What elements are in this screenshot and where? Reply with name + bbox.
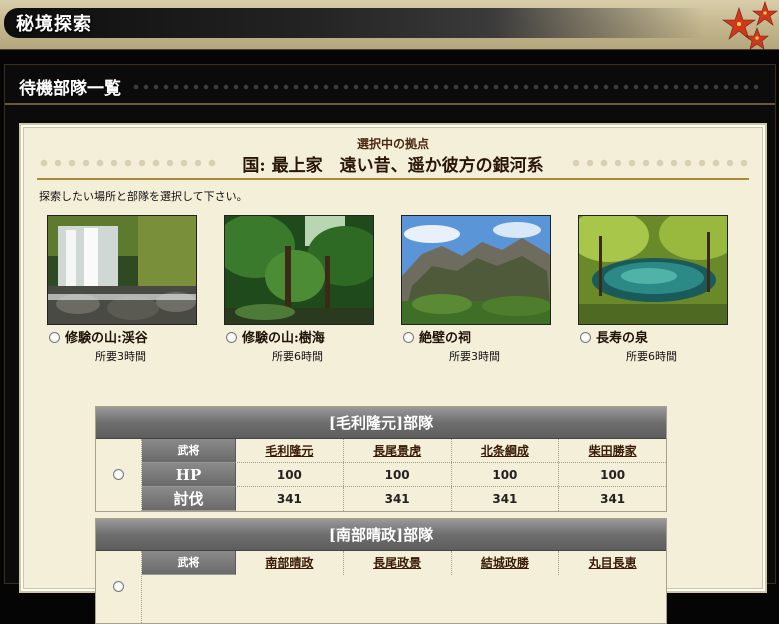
- exploration-panel: 選択中の拠点 国: 最上家 遠い昔、遥か彼方の銀河系 探索したい場所と部隊を選択…: [19, 123, 767, 624]
- general-link[interactable]: 柴田勝家: [559, 439, 666, 462]
- spot-image-waterfall: [47, 215, 197, 325]
- spot-option-1[interactable]: 修験の山:渓谷: [47, 330, 197, 348]
- squad-radio-1[interactable]: [113, 469, 124, 480]
- selected-base-label: 選択中の拠点: [356, 137, 429, 151]
- general-link[interactable]: 丸目長恵: [559, 551, 666, 575]
- hp-value: 100: [236, 463, 344, 486]
- general-link[interactable]: 結城政勝: [452, 551, 560, 575]
- hp-row: HP 100 100 100 100: [142, 463, 666, 487]
- general-link[interactable]: 長尾景虎: [344, 439, 452, 462]
- general-row: 武将 毛利隆元 長尾景虎 北条綱成 柴田勝家: [142, 439, 666, 463]
- page-title: 秘境探索: [16, 14, 92, 35]
- header-rule: [37, 178, 749, 180]
- spot-time-3: 所要3時間: [449, 350, 500, 363]
- squad-card: [南部晴政]部隊 武将 南部晴政 長尾政景 結城政勝 丸目長恵: [95, 518, 667, 624]
- general-row: 武将 南部晴政 長尾政景 結城政勝 丸目長恵: [142, 551, 666, 575]
- spot-card: 長寿の泉 所要6時間: [578, 215, 728, 364]
- squad-grid: 武将 毛利隆元 長尾景虎 北条綱成 柴田勝家 HP 100 100 100 10…: [142, 439, 666, 511]
- spot-radio-3[interactable]: [403, 332, 414, 343]
- spot-card: 絶壁の祠 所要3時間: [401, 215, 551, 364]
- squad-body: 武将 南部晴政 長尾政景 結城政勝 丸目長恵: [96, 551, 666, 623]
- spot-radio-2[interactable]: [226, 332, 237, 343]
- instruction-text: 探索したい場所と部隊を選択して下さい。: [39, 190, 248, 203]
- spot-time-1: 所要3時間: [95, 350, 146, 363]
- section-title: 待機部隊一覧: [19, 79, 121, 99]
- spot-image-spring: [578, 215, 728, 325]
- attack-value: 341: [600, 492, 626, 506]
- spot-card: 修験の山:渓谷 所要3時間: [47, 215, 197, 364]
- spot-name-3: 絶壁の祠: [419, 331, 472, 346]
- spot-name-4: 長寿の泉: [596, 331, 649, 346]
- attack-value: 341: [236, 487, 344, 511]
- general-link[interactable]: 北条綱成: [452, 439, 560, 462]
- attack-value: 341: [344, 487, 452, 511]
- spot-radio-1[interactable]: [49, 332, 60, 343]
- squad-card: [毛利隆元]部隊 武将 毛利隆元 長尾景虎 北条綱成 柴田勝家 HP 100 1…: [95, 406, 667, 512]
- standby-squads-section: 待機部隊一覧 選択中の拠点 国: 最上家 遠い昔、遥か彼方の銀河系 探索したい場…: [4, 64, 776, 624]
- spot-option-3[interactable]: 絶壁の祠: [401, 330, 551, 348]
- general-link[interactable]: 長尾政景: [344, 551, 452, 575]
- hp-value: 100: [600, 468, 626, 482]
- general-link[interactable]: 南部晴政: [236, 551, 344, 575]
- spot-time-2: 所要6時間: [272, 350, 323, 363]
- title-band: [4, 8, 704, 38]
- maple-flower-icon: [722, 1, 778, 50]
- row-label-general: 武将: [142, 439, 236, 463]
- selected-base-name: 国: 最上家 遠い昔、遥か彼方の銀河系: [242, 156, 544, 176]
- attack-row: 討伐 341 341 341 341: [142, 487, 666, 511]
- section-header: 待機部隊一覧: [5, 65, 775, 105]
- spot-radio-4[interactable]: [580, 332, 591, 343]
- hp-value: 100: [344, 463, 452, 486]
- squad-select-cell: [96, 551, 142, 623]
- squad-title: [毛利隆元]部隊: [96, 407, 666, 439]
- row-label-hp: HP: [142, 463, 236, 487]
- squad-body: 武将 毛利隆元 長尾景虎 北条綱成 柴田勝家 HP 100 100 100 10…: [96, 439, 666, 511]
- squad-grid: 武将 南部晴政 長尾政景 結城政勝 丸目長恵: [142, 551, 666, 575]
- squad-radio-2[interactable]: [113, 581, 124, 592]
- title-bar: 秘境探索: [0, 0, 779, 50]
- spot-image-cliff: [401, 215, 551, 325]
- squad-title: [南部晴政]部隊: [96, 519, 666, 551]
- spot-name-1: 修験の山:渓谷: [65, 331, 148, 346]
- row-label-attack: 討伐: [142, 487, 236, 511]
- spot-name-2: 修験の山:樹海: [242, 331, 325, 346]
- general-link[interactable]: 毛利隆元: [236, 439, 344, 462]
- attack-value: 341: [452, 487, 560, 511]
- hp-value: 100: [452, 463, 560, 486]
- spot-time-4: 所要6時間: [626, 350, 677, 363]
- spot-option-2[interactable]: 修験の山:樹海: [224, 330, 374, 348]
- section-divider-dots: [131, 83, 761, 91]
- spot-card: 修験の山:樹海 所要6時間: [224, 215, 374, 364]
- spot-image-forest: [224, 215, 374, 325]
- squad-select-cell: [96, 439, 142, 511]
- row-label-general: 武将: [142, 551, 236, 575]
- spot-option-4[interactable]: 長寿の泉: [578, 330, 728, 348]
